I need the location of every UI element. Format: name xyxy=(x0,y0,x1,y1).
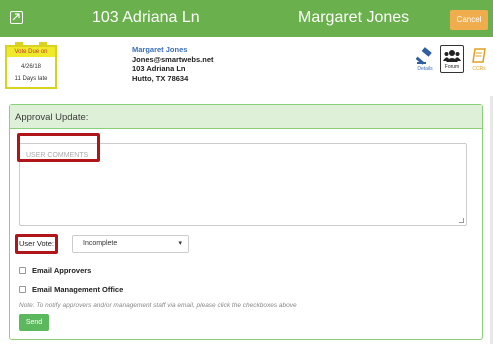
forum-label: Forum xyxy=(444,64,460,70)
book-icon xyxy=(472,48,486,63)
email-approvers-row[interactable]: Email Approvers xyxy=(19,266,91,275)
users-icon xyxy=(443,50,461,62)
email-mgmt-label: Email Management Office xyxy=(32,285,124,294)
approval-panel-header: Approval Update: xyxy=(10,105,482,129)
details-button[interactable]: Details xyxy=(412,45,438,72)
vote-highlight-box xyxy=(15,234,58,254)
approval-title: Approval Update: xyxy=(15,112,89,123)
vote-due-label: Vote Due on xyxy=(7,47,55,57)
owner-name-title: Margaret Jones xyxy=(298,9,410,26)
vote-due-date: 4/26/18 xyxy=(20,64,42,70)
ccrs-label: CCRs xyxy=(472,66,486,72)
contact-name[interactable]: Margaret Jones xyxy=(132,45,214,55)
ccrs-button[interactable]: CCRs xyxy=(467,45,491,72)
vote-due-card: Vote Due on 4/26/18 11 Days late xyxy=(5,42,57,89)
days-late: 11 Days late xyxy=(14,76,48,82)
contact-street: 103 Adriana Ln xyxy=(132,64,186,73)
expand-square-icon[interactable] xyxy=(10,11,23,24)
comments-highlight-box xyxy=(17,133,100,162)
contact-info: Margaret Jones Jones@smartwebs.net 103 A… xyxy=(132,45,214,83)
top-bar: 103 Adriana Ln Margaret Jones Cancel xyxy=(0,0,493,37)
send-button[interactable]: Send xyxy=(19,314,49,331)
contact-city: Hutto, TX 78634 xyxy=(132,73,189,83)
email-mgmt-checkbox[interactable] xyxy=(19,286,26,293)
resize-handle-icon[interactable] xyxy=(459,218,464,223)
email-approvers-label: Email Approvers xyxy=(32,266,92,275)
cancel-button[interactable]: Cancel xyxy=(450,10,488,30)
property-address-title: 103 Adriana Ln xyxy=(92,9,200,26)
notify-note: Note: To notify approvers and/or managem… xyxy=(19,302,297,309)
gavel-icon xyxy=(416,47,432,65)
approval-panel: Approval Update: USER COMMENTS User Vote… xyxy=(9,104,483,340)
user-vote-select[interactable]: Incomplete ▾ xyxy=(72,235,189,253)
forum-button[interactable]: Forum xyxy=(440,45,464,73)
details-label: Details xyxy=(417,66,433,72)
email-approvers-checkbox[interactable] xyxy=(19,267,26,274)
email-mgmt-row[interactable]: Email Management Office xyxy=(19,285,123,294)
contact-email: Jones@smartwebs.net xyxy=(132,54,214,64)
user-vote-value: Incomplete xyxy=(83,240,118,247)
chevron-down-icon: ▾ xyxy=(178,240,182,247)
